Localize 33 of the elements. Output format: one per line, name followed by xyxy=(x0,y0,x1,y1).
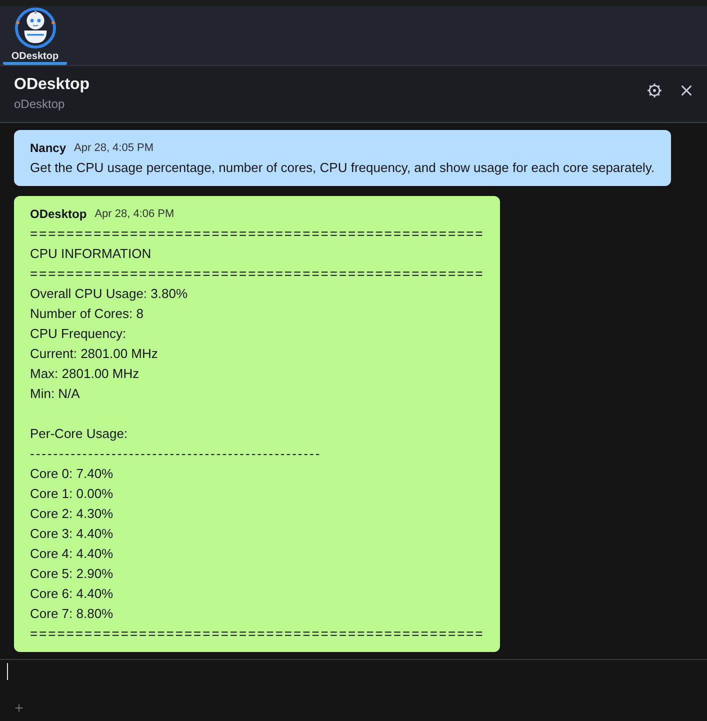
message-line: CPU INFORMATION xyxy=(30,244,152,263)
message-line: CPU Frequency: xyxy=(30,324,128,343)
separator-line-text: ================================================== xyxy=(30,264,484,283)
settings-button[interactable] xyxy=(647,83,662,98)
separator-line-text: -------------------------------------------------- xyxy=(30,444,322,463)
message-line: Core 7: 8.80% xyxy=(30,604,114,623)
message-line: Core 5: 2.90% xyxy=(30,564,114,583)
message-line: Overall CPU Usage: 3.80% xyxy=(30,284,189,303)
message-line: Current: 2801.00 MHz xyxy=(30,344,159,363)
message-line: Core 3: 4.40% xyxy=(30,524,114,543)
app-tab[interactable]: ODesktop xyxy=(3,4,67,65)
message-line: Get the CPU usage percentage, number of cores, CPU frequency, and show usage for each core separately. xyxy=(30,158,655,177)
plus-icon xyxy=(13,702,25,714)
message-line: Core 6: 4.40% xyxy=(30,584,114,603)
chat-subtitle: oDesktop xyxy=(14,97,66,112)
add-button[interactable] xyxy=(13,702,25,714)
message-line: Core 2: 4.30% xyxy=(30,504,114,523)
message-line: Core 4: 4.40% xyxy=(30,544,114,563)
chat-title: ODesktop xyxy=(14,76,90,94)
sender-name: ODesktop xyxy=(30,206,87,221)
message-line: Min: N/A xyxy=(30,384,81,403)
message-time: Apr 28, 4:05 PM xyxy=(74,142,154,154)
message-line: Core 1: 0.00% xyxy=(30,484,114,503)
separator-line-text: ================================================== xyxy=(30,224,484,243)
message-line: Max: 2801.00 MHz xyxy=(30,364,140,383)
text-cursor xyxy=(7,662,8,680)
message-time: Apr 28, 4:06 PM xyxy=(94,208,174,220)
message-line: Core 0: 7.40% xyxy=(30,464,114,483)
message-line: Number of Cores: 8 xyxy=(30,304,144,323)
message-line: Per-Core Usage: xyxy=(30,424,129,443)
separator-line-text: ================================================== xyxy=(30,624,484,643)
sender-name: Nancy xyxy=(30,140,66,155)
settings-icon xyxy=(647,83,662,98)
